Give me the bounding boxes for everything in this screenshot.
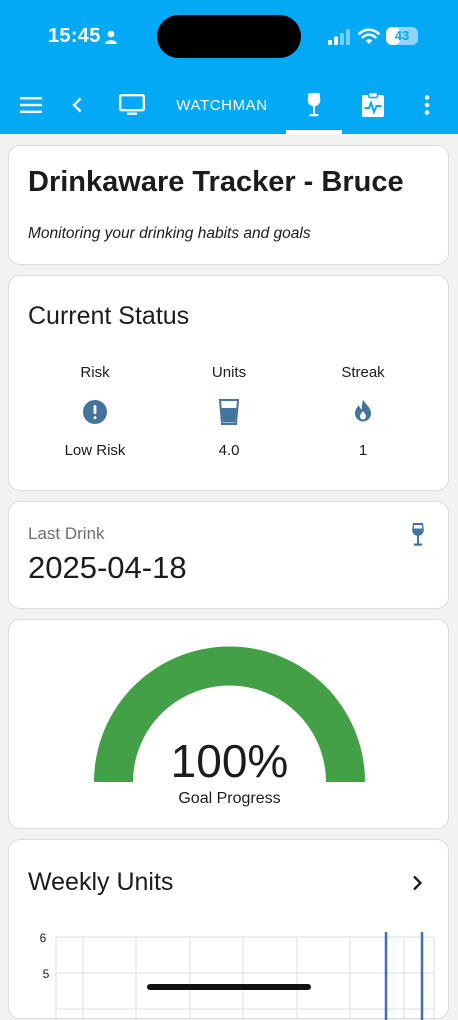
alert-circle-icon [83, 400, 107, 424]
page-subtitle: Monitoring your drinking habits and goal… [28, 225, 311, 242]
app-toolbar: WATCHMAN [0, 76, 458, 134]
menu-icon [20, 97, 42, 113]
stat-risk-label: Risk [80, 364, 110, 381]
y-tick-label: 6 [40, 931, 47, 945]
gauge-name: Goal Progress [178, 790, 281, 807]
wine-glass-icon [307, 93, 321, 117]
status-bar: 15:45 43 [0, 0, 458, 76]
current-status-card: Current Status Risk Low Risk Units 4.0 S… [8, 275, 449, 491]
stat-risk[interactable]: Risk Low Risk [35, 364, 155, 459]
clipboard-pulse-icon [362, 92, 384, 117]
last-drink-value: 2025-04-18 [28, 550, 187, 585]
gauge-value: 100% [170, 735, 289, 787]
menu-button[interactable] [10, 76, 52, 134]
y-tick-label: 5 [43, 967, 50, 981]
dynamic-island [157, 15, 301, 58]
person-icon [104, 30, 118, 44]
stat-streak-label: Streak [341, 364, 385, 381]
last-drink-card[interactable]: Last Drink 2025-04-18 [8, 501, 449, 609]
tab-health[interactable] [352, 76, 394, 134]
back-button[interactable] [62, 76, 92, 134]
chevron-left-icon [72, 97, 82, 113]
home-indicator[interactable] [147, 984, 311, 990]
stat-risk-value: Low Risk [64, 442, 126, 459]
fire-icon [355, 399, 371, 422]
tab-drinkaware[interactable] [286, 76, 342, 134]
header-card: Drinkaware Tracker - Bruce Monitoring yo… [8, 145, 449, 265]
status-time: 15:45 [48, 25, 101, 47]
page-title: Drinkaware Tracker - Bruce [28, 166, 404, 198]
current-status-heading: Current Status [28, 302, 190, 330]
battery-text: 43 [394, 28, 410, 43]
weekly-units-card: Weekly Units 6 5 [8, 839, 449, 1020]
battery-indicator: 43 [386, 27, 418, 45]
stat-streak[interactable]: Streak 1 [303, 364, 423, 459]
tab-watchman-label: WATCHMAN [176, 96, 268, 114]
tab-watchman[interactable]: WATCHMAN [166, 76, 278, 134]
stat-units[interactable]: Units 4.0 [169, 364, 289, 459]
goal-gauge-card[interactable]: 100% Goal Progress [8, 619, 449, 829]
wifi-icon [358, 28, 380, 44]
monitor-icon [119, 94, 145, 115]
wine-glass-icon [412, 523, 424, 546]
chevron-right-icon[interactable] [411, 875, 423, 891]
stat-units-value: 4.0 [218, 442, 240, 459]
dots-vertical-icon [424, 95, 430, 115]
tab-monitor[interactable] [108, 76, 156, 134]
weekly-units-heading: Weekly Units [28, 868, 174, 896]
active-tab-indicator [286, 130, 342, 134]
weekly-units-chart: 6 5 [40, 931, 435, 1020]
cup-icon [219, 399, 239, 425]
stat-units-label: Units [211, 364, 247, 381]
last-drink-label: Last Drink [28, 524, 105, 543]
signal-icon [328, 29, 350, 45]
overflow-menu-button[interactable] [412, 76, 442, 134]
stat-streak-value: 1 [358, 442, 368, 459]
